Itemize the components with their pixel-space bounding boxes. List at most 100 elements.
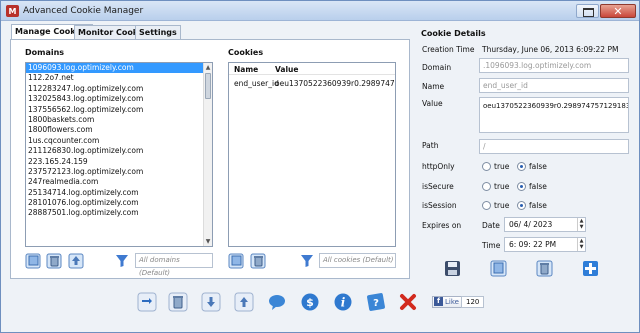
list-item[interactable]: 25134714.log.optimizely.com bbox=[26, 188, 212, 198]
name-label: Name bbox=[422, 82, 445, 91]
title-bar: M Advanced Cookie Manager ✕ bbox=[1, 1, 639, 21]
httponly-false-label: false bbox=[529, 162, 547, 171]
import-icon[interactable] bbox=[201, 292, 221, 312]
cookie-value-cell: oeu1370522360939r0.298974757129 bbox=[275, 79, 395, 88]
select-all-domains-icon[interactable] bbox=[25, 253, 41, 269]
list-item[interactable]: 211126830.log.optimizely.com bbox=[26, 146, 212, 156]
export-icon[interactable] bbox=[234, 292, 254, 312]
domains-filter-input[interactable]: All domains (Default) bbox=[135, 253, 213, 277]
delete-cookie-icon[interactable] bbox=[536, 260, 553, 277]
domains-header: Domains bbox=[25, 48, 65, 57]
issession-true-radio[interactable] bbox=[482, 201, 491, 210]
like-label: Like bbox=[445, 298, 459, 306]
list-item[interactable]: 237572123.log.optimizely.com bbox=[26, 167, 212, 177]
cookies-table[interactable]: Name Value end_user_id oeu1370522360939r… bbox=[228, 62, 396, 247]
donate-icon[interactable]: $ bbox=[300, 292, 320, 312]
value-label: Value bbox=[422, 99, 443, 108]
issecure-label: isSecure bbox=[422, 182, 454, 191]
comment-icon[interactable] bbox=[267, 292, 287, 312]
column-value[interactable]: Value bbox=[275, 65, 298, 74]
date-spinner-icon[interactable]: ▲ ▼ bbox=[577, 218, 585, 231]
domain-field[interactable]: .1096093.log.optimizely.com bbox=[479, 58, 629, 73]
domains-list[interactable]: 1096093.log.optimizely.com 112.2o7.net 112… bbox=[25, 62, 213, 247]
cookies-header: Cookies bbox=[228, 48, 264, 57]
httponly-false-radio[interactable] bbox=[517, 162, 526, 171]
table-row[interactable]: end_user_id oeu1370522360939r0.298974757… bbox=[229, 78, 395, 89]
list-item[interactable]: 1096093.log.optimizely.com bbox=[26, 63, 212, 74]
httponly-true-label: true bbox=[494, 162, 510, 171]
list-item[interactable]: 1us.cqcounter.com bbox=[26, 136, 212, 146]
facebook-like-button[interactable]: f Like bbox=[432, 296, 463, 308]
list-item[interactable]: 112283247.log.optimizely.com bbox=[26, 84, 212, 94]
scroll-down-arrow-icon[interactable]: ▼ bbox=[204, 237, 212, 246]
delete-cookies-icon[interactable] bbox=[250, 253, 266, 269]
creation-time-value: Thursday, June 06, 2013 6:09:22 PM bbox=[482, 45, 619, 54]
app-window: M Advanced Cookie Manager ✕ Manage Cooki… bbox=[0, 0, 640, 333]
new-cookie-icon[interactable] bbox=[490, 260, 507, 277]
httponly-label: httpOnly bbox=[422, 162, 455, 171]
list-item[interactable]: 1800baskets.com bbox=[26, 115, 212, 125]
name-field[interactable]: end_user_id bbox=[479, 78, 629, 93]
domains-scrollbar[interactable]: ▲ ▼ bbox=[203, 63, 212, 246]
list-item[interactable]: 28101076.log.optimizely.com bbox=[26, 198, 212, 208]
expiry-date-value: 06/ 4/ 2023 bbox=[509, 220, 553, 229]
save-icon[interactable] bbox=[444, 260, 461, 277]
expiry-date-picker[interactable]: 06/ 4/ 2023 ▲ ▼ bbox=[504, 217, 586, 232]
expiry-time-picker[interactable]: 6: 09: 22 PM ▲ ▼ bbox=[504, 237, 586, 252]
httponly-true-radio[interactable] bbox=[482, 162, 491, 171]
expires-label: Expires on bbox=[422, 221, 462, 230]
issession-false-radio[interactable] bbox=[517, 201, 526, 210]
refresh-icon[interactable] bbox=[137, 292, 157, 312]
select-all-cookies-icon[interactable] bbox=[228, 253, 244, 269]
app-logo-icon: M bbox=[6, 5, 19, 17]
issession-true-label: true bbox=[494, 201, 510, 210]
time-spinner-icon[interactable]: ▲ ▼ bbox=[577, 238, 585, 251]
list-item[interactable]: 28887501.log.optimizely.com bbox=[26, 208, 212, 218]
date-label: Date bbox=[482, 221, 500, 230]
help-icon[interactable]: ? bbox=[366, 292, 386, 312]
list-item[interactable]: 137556562.log.optimizely.com bbox=[26, 105, 212, 115]
svg-text:?: ? bbox=[373, 298, 379, 309]
facebook-icon: f bbox=[434, 297, 443, 306]
creation-time-label: Creation Time bbox=[422, 45, 475, 54]
maximize-button[interactable] bbox=[576, 4, 599, 18]
issession-label: isSession bbox=[422, 201, 457, 210]
window-title: Advanced Cookie Manager bbox=[23, 6, 144, 16]
list-item[interactable]: 1800flowers.com bbox=[26, 125, 212, 135]
list-item[interactable]: 223.165.24.159 bbox=[26, 157, 212, 167]
domain-label: Domain bbox=[422, 63, 452, 72]
delete-domains-icon[interactable] bbox=[46, 253, 62, 269]
cookies-filter-icon[interactable] bbox=[300, 254, 314, 268]
delete-all-icon[interactable] bbox=[168, 292, 188, 312]
issecure-false-radio[interactable] bbox=[517, 182, 526, 191]
issecure-true-radio[interactable] bbox=[482, 182, 491, 191]
scroll-up-arrow-icon[interactable]: ▲ bbox=[204, 63, 212, 72]
import-domains-icon[interactable] bbox=[68, 253, 84, 269]
close-app-icon[interactable] bbox=[398, 292, 418, 312]
list-item[interactable]: 112.2o7.net bbox=[26, 73, 212, 83]
column-name[interactable]: Name bbox=[234, 65, 258, 74]
time-label: Time bbox=[482, 241, 501, 250]
svg-text:i: i bbox=[341, 296, 346, 310]
add-icon[interactable] bbox=[582, 260, 599, 277]
like-count-badge: 120 bbox=[461, 296, 485, 308]
list-item[interactable]: 132025843.log.optimizely.com bbox=[26, 94, 212, 104]
value-text: oeu1370522360939r0.29897475712918364 bbox=[483, 102, 629, 110]
cookie-name-cell: end_user_id bbox=[234, 79, 279, 88]
path-field[interactable]: / bbox=[479, 139, 629, 154]
list-item[interactable]: 247realmedia.com bbox=[26, 177, 212, 187]
svg-text:M: M bbox=[9, 7, 17, 16]
cookie-details-header: Cookie Details bbox=[421, 29, 486, 38]
svg-text:$: $ bbox=[306, 296, 314, 309]
issecure-false-label: false bbox=[529, 182, 547, 191]
cookies-filter-input[interactable]: All cookies (Default) bbox=[319, 253, 396, 268]
tab-settings[interactable]: Settings bbox=[135, 25, 181, 39]
scroll-thumb[interactable] bbox=[205, 73, 211, 99]
issecure-true-label: true bbox=[494, 182, 510, 191]
info-icon[interactable]: i bbox=[333, 292, 353, 312]
expiry-time-value: 6: 09: 22 PM bbox=[509, 240, 557, 249]
cookies-table-header: Name Value bbox=[229, 63, 395, 75]
close-button[interactable]: ✕ bbox=[600, 4, 636, 18]
domains-filter-icon[interactable] bbox=[115, 254, 129, 268]
value-field[interactable]: oeu1370522360939r0.29897475712918364 bbox=[479, 97, 629, 133]
